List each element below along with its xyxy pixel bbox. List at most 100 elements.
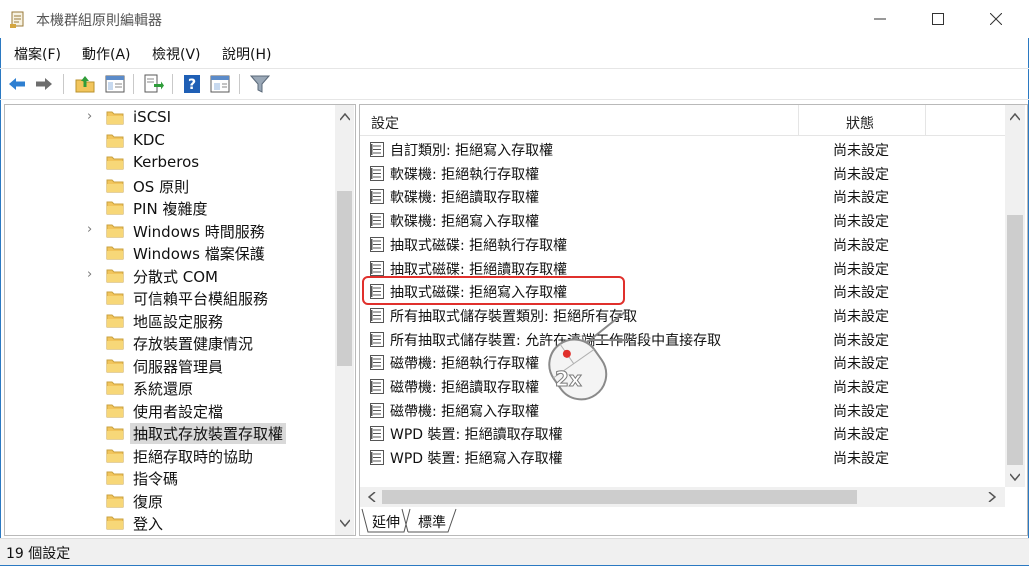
tree-item[interactable]: Windows 檔案保護	[5, 242, 335, 264]
list-horizontal-scrollbar[interactable]	[360, 487, 1005, 507]
tree-item[interactable]: 地區設定服務	[5, 310, 335, 332]
help-icon[interactable]: ?	[181, 73, 203, 95]
tree-item[interactable]: KDC	[5, 130, 335, 152]
forward-arrow-icon[interactable]	[33, 73, 55, 95]
tree-pane: › iSCSI KDC Kerberos OS 原則 PIN 複雜度 › Windows 時間…	[4, 104, 356, 536]
policy-setting-icon	[370, 284, 384, 300]
policy-setting-icon	[370, 189, 384, 205]
folder-icon	[106, 404, 124, 417]
policy-row[interactable]: 磁帶機: 拒絕執行存取權 尚未設定	[360, 350, 1005, 374]
menu-view[interactable]: 檢視(V)	[152, 44, 201, 64]
filter-icon[interactable]	[249, 73, 271, 95]
tree-item[interactable]: 指令碼	[5, 467, 335, 489]
policy-setting-icon	[370, 165, 384, 181]
tree-item[interactable]: › iSCSI	[5, 107, 335, 129]
policy-name: 自訂類別: 拒絕寫入存取權	[390, 143, 554, 159]
title-bar[interactable]: 本機群組原則編輯器	[0, 0, 1029, 38]
list-scroll-thumb[interactable]	[1007, 215, 1023, 465]
scroll-down-arrow-icon[interactable]	[1010, 473, 1020, 481]
back-arrow-icon[interactable]	[6, 73, 28, 95]
tree-expander-icon[interactable]: ›	[87, 222, 92, 237]
show-hide-tree-icon[interactable]	[104, 73, 126, 95]
tree-item[interactable]: 復原	[5, 490, 335, 512]
policy-row[interactable]: 軟碟機: 拒絕讀取存取權 尚未設定	[360, 184, 1005, 208]
tree-item[interactable]: Kerberos	[5, 152, 335, 174]
close-button[interactable]	[973, 0, 1019, 38]
tree-item-label: 地區設定服務	[133, 312, 224, 331]
maximize-button[interactable]	[915, 0, 961, 38]
policy-name: 軟碟機: 拒絕讀取存取權	[390, 190, 540, 207]
tree-item[interactable]: › Windows 時間服務	[5, 220, 335, 242]
tree-item[interactable]: 可信賴平台模組服務	[5, 287, 335, 309]
scroll-down-arrow-icon[interactable]	[340, 519, 350, 527]
tree-item-label: 復原	[133, 492, 164, 511]
menu-file[interactable]: 檔案(F)	[14, 44, 61, 64]
policy-row[interactable]: 軟碟機: 拒絕執行存取權 尚未設定	[360, 161, 1005, 185]
folder-icon	[106, 359, 124, 372]
tree-expander-icon[interactable]: ›	[87, 267, 92, 282]
toolbar-separator	[133, 74, 134, 94]
policy-name: WPD 裝置: 拒絕寫入存取權	[390, 451, 563, 468]
policy-row[interactable]: 所有抽取式儲存裝置: 允許在遠端工作階段中直接存取 尚未設定	[360, 327, 1005, 351]
policy-state: 尚未設定	[833, 214, 889, 231]
tree-item[interactable]: 存放裝置健康情況	[5, 332, 335, 354]
list-hscroll-thumb[interactable]	[382, 490, 857, 504]
tab-extended[interactable]: 延伸	[372, 512, 400, 532]
policy-row[interactable]: 抽取式磁碟: 拒絕讀取存取權 尚未設定	[360, 256, 1005, 280]
list-vertical-scrollbar[interactable]	[1005, 105, 1025, 487]
column-header-setting[interactable]: 設定	[371, 113, 399, 133]
folder-icon	[106, 111, 124, 125]
policy-state: 尚未設定	[833, 427, 889, 444]
tree-item[interactable]: 登入	[5, 512, 335, 534]
tree-item[interactable]: 伺服器管理員	[5, 355, 335, 377]
scroll-left-arrow-icon[interactable]	[368, 492, 376, 502]
status-text: 19 個設定	[6, 546, 71, 562]
policy-name: 磁帶機: 拒絕讀取存取權	[390, 380, 540, 396]
tree-item[interactable]: › 分散式 COM	[5, 265, 335, 287]
policy-row[interactable]: 軟碟機: 拒絕寫入存取權 尚未設定	[360, 208, 1005, 232]
tree-item[interactable]: 使用者設定檔	[5, 400, 335, 422]
tree-item[interactable]: OS 原則	[5, 175, 335, 197]
policy-state: 尚未設定	[833, 308, 889, 325]
policy-row[interactable]: 抽取式磁碟: 拒絕寫入存取權 尚未設定	[360, 279, 1005, 303]
tree-item[interactable]: 抽取式存放裝置存取權	[5, 422, 335, 444]
tree-item[interactable]: 拒絕存取時的協助	[5, 445, 335, 467]
policy-row[interactable]: WPD 裝置: 拒絕寫入存取權 尚未設定	[360, 445, 1005, 469]
folder-icon	[106, 179, 124, 192]
minimize-icon	[874, 18, 886, 20]
list-header: 設定 狀態	[360, 105, 1005, 136]
policy-row[interactable]: 自訂類別: 拒絕寫入存取權 尚未設定	[360, 137, 1005, 161]
policy-setting-icon	[370, 426, 384, 442]
policy-row[interactable]: WPD 裝置: 拒絕讀取存取權 尚未設定	[360, 421, 1005, 445]
menu-help[interactable]: 說明(H)	[222, 44, 271, 64]
policy-row[interactable]: 磁帶機: 拒絕讀取存取權 尚未設定	[360, 374, 1005, 398]
export-list-icon[interactable]	[142, 73, 164, 95]
menu-bar: 檔案(F) 動作(A) 檢視(V) 說明(H)	[0, 38, 1029, 66]
menu-action[interactable]: 動作(A)	[82, 44, 131, 64]
tree-item[interactable]: PIN 複雜度	[5, 197, 335, 219]
toolbar-separator	[239, 74, 240, 94]
column-divider[interactable]	[798, 105, 799, 135]
properties-icon[interactable]	[209, 73, 231, 95]
policy-state: 尚未設定	[833, 403, 889, 420]
policy-state: 尚未設定	[833, 380, 889, 396]
tree-scroll-thumb[interactable]	[337, 191, 352, 366]
up-folder-icon[interactable]	[74, 73, 96, 95]
status-bar: 19 個設定	[0, 538, 1029, 565]
scroll-right-arrow-icon[interactable]	[988, 492, 996, 502]
policy-row[interactable]: 所有抽取式儲存裝置類別: 拒絕所有存取 尚未設定	[360, 303, 1005, 327]
maximize-icon	[932, 13, 944, 25]
column-header-state[interactable]: 狀態	[846, 113, 874, 133]
window-title: 本機群組原則編輯器	[36, 13, 162, 29]
scroll-up-arrow-icon[interactable]	[340, 113, 350, 121]
group-policy-editor-window: 本機群組原則編輯器 檔案(F) 動作(A) 檢視(V) 說明(H) ? › iS…	[0, 0, 1029, 566]
tree-expander-icon[interactable]: ›	[87, 109, 92, 124]
policy-row[interactable]: 抽取式磁碟: 拒絕執行存取權 尚未設定	[360, 232, 1005, 256]
tree-item[interactable]: 系統還原	[5, 377, 335, 399]
minimize-button[interactable]	[857, 0, 903, 38]
tree-vertical-scrollbar[interactable]	[335, 105, 354, 535]
column-divider[interactable]	[925, 105, 926, 135]
policy-row[interactable]: 磁帶機: 拒絕寫入存取權 尚未設定	[360, 398, 1005, 422]
scroll-up-arrow-icon[interactable]	[1010, 113, 1020, 121]
tab-standard[interactable]: 標準	[418, 512, 446, 532]
